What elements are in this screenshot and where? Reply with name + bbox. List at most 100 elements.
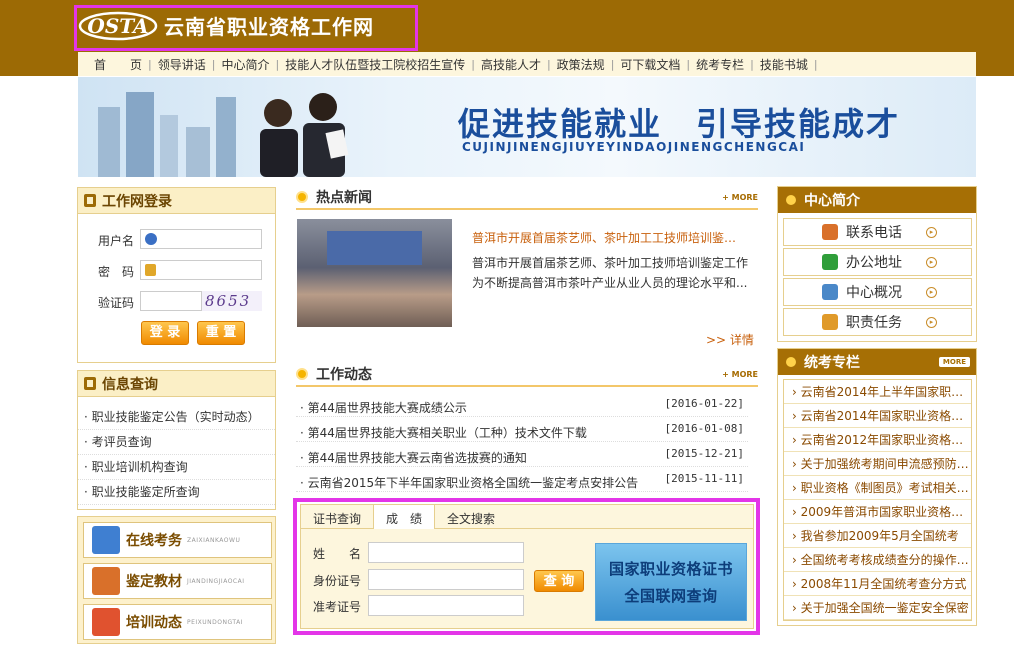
list-item[interactable]: · 第44届世界技能大赛云南省选拔赛的通知 [2015-12-21] <box>296 443 748 467</box>
nav-item-1[interactable]: 领导讲话 <box>152 56 212 73</box>
notebook-icon <box>84 377 96 390</box>
notebook-icon <box>84 194 96 207</box>
nav-item-0[interactable]: 首 页 <box>88 56 148 73</box>
list-item-title[interactable]: · 第44届世界技能大赛相关职业（工种）技术文件下载 <box>300 424 587 441</box>
online-exam-icon <box>92 526 120 554</box>
arrow-right-icon: ▸ <box>926 316 937 328</box>
list-item[interactable]: › 关于加强全国统一鉴定安全保密 <box>784 596 971 620</box>
nav-item-3[interactable]: 技能人才队伍暨技工院校招生宣传 <box>279 56 471 73</box>
list-item-title[interactable]: · 云南省2015年下半年国家职业资格全国统一鉴定考点安排公告 <box>300 474 638 491</box>
tab-fulltext-search[interactable]: 全文搜索 <box>435 505 507 529</box>
person-icon <box>822 314 838 330</box>
side-link-training[interactable]: 培训动态 PEIXUNDONGTAI <box>83 604 272 640</box>
nav-item-8[interactable]: 技能书城 <box>754 56 814 73</box>
list-item[interactable]: › 职业资格《制图员》考试相关说明 <box>784 476 971 500</box>
news-detail-link[interactable]: >> 详情 <box>706 331 754 348</box>
list-item[interactable]: · 云南省2015年下半年国家职业资格全国统一鉴定考点安排公告 [2015-11… <box>296 468 748 492</box>
list-item[interactable]: › 云南省2014年上半年国家职业资格 <box>784 380 971 404</box>
list-item-title[interactable]: · 第44届世界技能大赛成绩公示 <box>300 399 467 416</box>
captcha-image[interactable]: 8653 <box>202 291 262 311</box>
document-icon <box>822 284 838 300</box>
tab-certificate-query[interactable]: 证书查询 <box>301 505 373 529</box>
list-item[interactable]: › 云南省2012年国家职业资格全国统 <box>784 428 971 452</box>
hot-news-more-link[interactable]: + MORE <box>722 193 758 202</box>
nav-item-7[interactable]: 统考专栏 <box>690 56 750 73</box>
banner-slogan: 促进技能就业 引导技能成才 <box>458 105 901 143</box>
intro-item-overview[interactable]: 中心概况 ▸ <box>783 278 972 306</box>
photo-screen <box>327 231 422 265</box>
exam-list: › 云南省2014年上半年国家职业资格 › 云南省2014年国家职业资格全国统 … <box>783 379 972 621</box>
list-item-date: [2015-11-11] <box>664 472 744 485</box>
side-link-title: 培训动态 <box>126 615 182 631</box>
info-item-appraisal-site[interactable]: · 职业技能鉴定所查询 <box>78 480 275 505</box>
list-item[interactable]: › 2009年普洱市国家职业资格统考 <box>784 500 971 524</box>
intro-item-duties[interactable]: 职责任务 ▸ <box>783 308 972 336</box>
bullet-icon <box>296 191 308 203</box>
query-button[interactable]: 查 询 <box>534 570 584 592</box>
list-item[interactable]: › 2008年11月全国统考查分方式 <box>784 572 971 596</box>
ticket-number-input[interactable] <box>368 595 524 616</box>
list-item-title[interactable]: · 第44届世界技能大赛云南省选拔赛的通知 <box>300 449 527 466</box>
list-item[interactable]: › 我省参加2009年5月全国统考 <box>784 524 971 548</box>
reset-button[interactable]: 重 置 <box>197 321 245 345</box>
info-item-training-org[interactable]: · 职业培训机构查询 <box>78 455 275 480</box>
username-input[interactable] <box>140 229 262 249</box>
list-item[interactable]: · 第44届世界技能大赛成绩公示 [2016-01-22] <box>296 393 748 417</box>
plus-icon <box>822 254 838 270</box>
info-query-title: 信息查询 <box>102 376 158 393</box>
side-link-pinyin: ZAIXIANKAOWU <box>187 536 241 544</box>
center-intro-panel: 中心简介 联系电话 ▸ 办公地址 ▸ 中心概况 ▸ 职责任务 ▸ <box>777 186 977 342</box>
list-item[interactable]: › 云南省2014年国家职业资格全国统 <box>784 404 971 428</box>
training-icon <box>92 608 120 636</box>
list-item[interactable]: › 关于加强统考期间申流感预防工作 <box>784 452 971 476</box>
password-label: 密 码 <box>98 265 135 279</box>
intro-item-label: 办公地址 <box>846 255 902 271</box>
intro-item-address[interactable]: 办公地址 ▸ <box>783 248 972 276</box>
tab-score[interactable]: 成 绩 <box>373 505 436 529</box>
nav-item-5[interactable]: 政策法规 <box>551 56 611 73</box>
side-link-pinyin: PEIXUNDONGTAI <box>187 618 244 626</box>
name-input[interactable] <box>368 542 524 563</box>
info-item-announcement[interactable]: · 职业技能鉴定公告（实时动态） <box>78 405 275 430</box>
bullet-icon <box>786 195 796 205</box>
side-link-online-exam[interactable]: 在线考务 ZAIXIANKAOWU <box>83 522 272 558</box>
query-tabs: 证书查询 成 绩 全文搜索 <box>301 505 753 529</box>
work-news-title: 工作动态 <box>316 367 372 383</box>
exam-more-link[interactable]: MORE <box>938 357 970 367</box>
nav-item-2[interactable]: 中心简介 <box>215 56 275 73</box>
hot-news-title: 热点新闻 <box>316 190 372 206</box>
nav-item-6[interactable]: 可下载文档 <box>614 56 686 73</box>
certificate-query-panel: 证书查询 成 绩 全文搜索 姓 名 身份证号 准考证号 查 询 国家职业资格证书… <box>300 504 754 629</box>
arrow-right-icon: ▸ <box>926 256 937 268</box>
exam-column-header: 统考专栏 MORE <box>778 349 976 375</box>
news-summary: 普洱市开展首届茶艺师、茶叶加工技师培训鉴定工作 为不断提高普洱市茶叶产业从业人员… <box>472 256 749 290</box>
work-news-more-link[interactable]: + MORE <box>722 370 758 379</box>
banner-illustration <box>98 92 349 177</box>
list-item[interactable]: › 全国统考考核成绩查分的操作说明 <box>784 548 971 572</box>
side-link-group: 在线考务 ZAIXIANKAOWU 鉴定教材 JIANDINGJIAOCAI 培… <box>77 516 276 644</box>
news-photo[interactable] <box>297 219 452 327</box>
info-query-panel: 信息查询 · 职业技能鉴定公告（实时动态） · 考评员查询 · 职业培训机构查询… <box>77 370 276 510</box>
side-link-textbook[interactable]: 鉴定教材 JIANDINGJIAOCAI <box>83 563 272 599</box>
bullet-icon <box>786 357 796 367</box>
intro-item-phone[interactable]: 联系电话 ▸ <box>783 218 972 246</box>
certificate-query-banner[interactable]: 国家职业资格证书 全国联网查询 <box>595 543 747 621</box>
password-input[interactable] <box>140 260 262 280</box>
nav-item-4[interactable]: 高技能人才 <box>475 56 547 73</box>
hot-news-header: 热点新闻 + MORE <box>296 186 758 210</box>
cert-banner-line2: 全国联网查询 <box>624 587 718 605</box>
work-news-header: 工作动态 + MORE <box>296 363 758 387</box>
work-news-section: 工作动态 + MORE · 第44届世界技能大赛成绩公示 [2016-01-22… <box>296 363 758 492</box>
list-item[interactable]: · 第44届世界技能大赛相关职业（工种）技术文件下载 [2016-01-08] <box>296 418 748 442</box>
info-item-examiner[interactable]: · 考评员查询 <box>78 430 275 455</box>
lock-icon <box>145 264 156 276</box>
arrow-right-icon: ▸ <box>926 226 937 238</box>
news-headline[interactable]: 普洱市开展首届茶艺师、茶叶加工工技师培训鉴定工作 <box>472 229 748 246</box>
intro-item-label: 中心概况 <box>846 285 902 301</box>
side-link-title: 在线考务 <box>126 533 182 549</box>
captcha-input[interactable] <box>140 291 202 311</box>
main-nav: 首 页 | 领导讲话 | 中心简介 | 技能人才队伍暨技工院校招生宣传 | 高技能人才 | 政策法规… <box>78 52 976 76</box>
list-item-date: [2016-01-08] <box>664 422 744 435</box>
login-button[interactable]: 登 录 <box>141 321 189 345</box>
id-number-input[interactable] <box>368 569 524 590</box>
